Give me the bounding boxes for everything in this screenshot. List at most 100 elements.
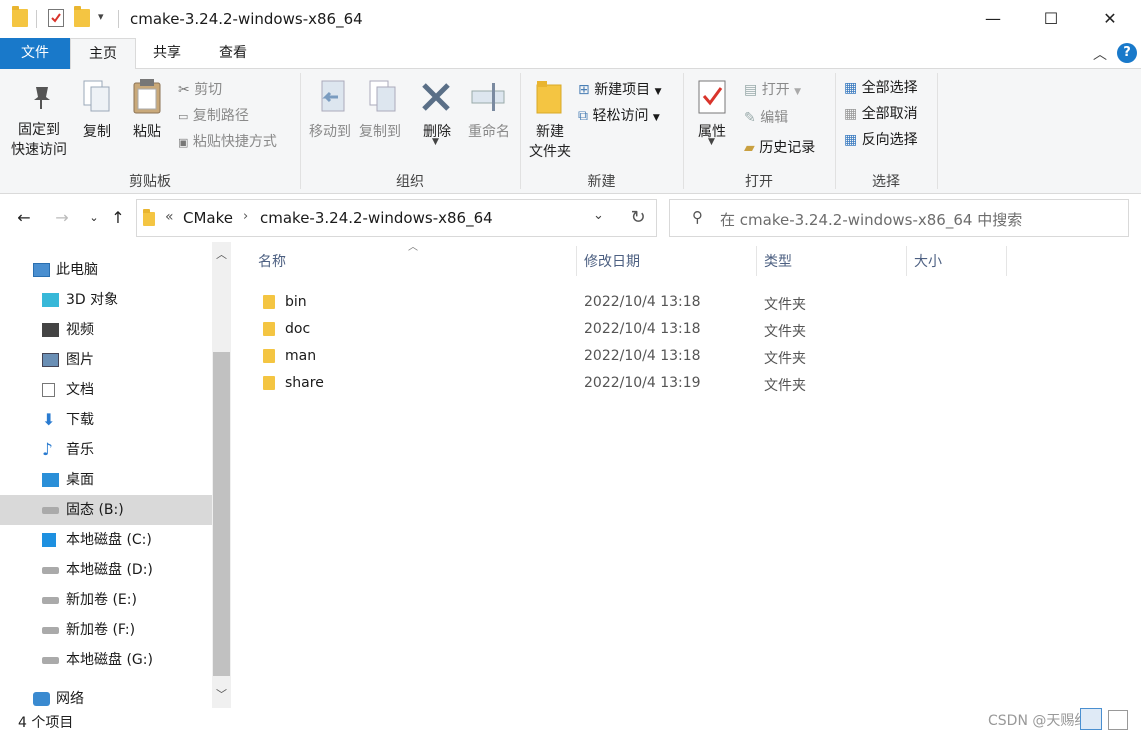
recent-locations-icon[interactable]: ⌄ bbox=[84, 206, 104, 230]
column-separator[interactable] bbox=[576, 246, 577, 276]
file-type: 文件夹 bbox=[764, 378, 806, 394]
file-row[interactable]: bin 2022/10/4 13:18 文件夹 bbox=[250, 289, 1010, 316]
sidebar-item-desktop[interactable]: 桌面 bbox=[0, 465, 212, 495]
move-to-icon bbox=[316, 79, 350, 119]
sidebar-item-pictures[interactable]: 图片 bbox=[0, 345, 212, 375]
column-header-size[interactable]: 大小 bbox=[914, 250, 942, 274]
help-icon[interactable]: ? bbox=[1117, 43, 1137, 63]
edit-label: 编辑 bbox=[760, 110, 789, 126]
select-none-button[interactable]: ▦ 全部取消 bbox=[844, 103, 918, 123]
maximize-button[interactable]: ☐ bbox=[1028, 0, 1074, 38]
breadcrumb-overflow[interactable]: « bbox=[165, 209, 174, 225]
pin-to-quick-access-button[interactable]: 固定到 快速访问 bbox=[4, 119, 74, 159]
history-button[interactable]: ▰ 历史记录 bbox=[744, 137, 815, 157]
sidebar-item-drive-e[interactable]: 新加卷 (E:) bbox=[0, 585, 212, 615]
ribbon-tabs: 文件 主页 共享 查看 ︿ ? bbox=[0, 38, 1141, 70]
delete-dropdown-icon[interactable]: ▼ bbox=[432, 137, 439, 147]
pin-label-line1: 固定到 bbox=[18, 122, 60, 138]
properties-dropdown-icon[interactable]: ▼ bbox=[708, 137, 715, 147]
file-row[interactable]: man 2022/10/4 13:18 文件夹 bbox=[250, 343, 1010, 370]
sidebar-item-drive-d[interactable]: 本地磁盘 (D:) bbox=[0, 555, 212, 585]
scroll-down-icon[interactable]: ﹀ bbox=[216, 686, 227, 702]
windows-drive-icon bbox=[42, 533, 56, 547]
breadcrumb-chevron-icon[interactable]: › bbox=[243, 209, 248, 224]
copy-to-button[interactable]: 复制到 bbox=[354, 121, 406, 141]
file-type: 文件夹 bbox=[764, 297, 806, 313]
sidebar-item-drive-f[interactable]: 新加卷 (F:) bbox=[0, 615, 212, 645]
file-type: 文件夹 bbox=[764, 351, 806, 367]
breadcrumb-cmake[interactable]: CMake bbox=[183, 209, 233, 227]
paste-button[interactable]: 粘贴 bbox=[130, 121, 164, 141]
file-row[interactable]: doc 2022/10/4 13:18 文件夹 bbox=[250, 316, 1010, 343]
copy-path-icon: ▭ bbox=[178, 110, 189, 123]
new-item-button[interactable]: ⊞ 新建项目 ▼ bbox=[578, 79, 662, 99]
tab-file[interactable]: 文件 bbox=[0, 38, 70, 69]
group-label-open: 打开 bbox=[745, 174, 773, 190]
new-folder-button[interactable]: 新建 文件夹 bbox=[522, 121, 578, 161]
select-all-button[interactable]: ▦ 全部选择 bbox=[844, 77, 918, 97]
sidebar-item-this-pc[interactable]: 此电脑 bbox=[0, 255, 212, 285]
sidebar-item-drive-b[interactable]: 固态 (B:) bbox=[0, 495, 212, 525]
large-icons-view-icon[interactable] bbox=[1108, 710, 1128, 730]
sidebar-item-3d-objects[interactable]: 3D 对象 bbox=[0, 285, 212, 315]
file-name: share bbox=[285, 375, 324, 391]
drive-icon bbox=[42, 657, 59, 664]
refresh-icon[interactable]: ↻ bbox=[620, 199, 657, 237]
edit-button[interactable]: ✎ 编辑 bbox=[744, 107, 788, 127]
file-row[interactable]: share 2022/10/4 13:19 文件夹 bbox=[250, 370, 1010, 397]
breadcrumb-current[interactable]: cmake-3.24.2-windows-x86_64 bbox=[260, 209, 493, 227]
invert-selection-button[interactable]: ▦ 反向选择 bbox=[844, 129, 918, 149]
address-dropdown-icon[interactable]: ⌄ bbox=[593, 208, 604, 223]
file-date: 2022/10/4 13:18 bbox=[584, 348, 701, 364]
column-separator[interactable] bbox=[906, 246, 907, 276]
column-header-name[interactable]: 名称 bbox=[258, 250, 286, 274]
sidebar-item-music[interactable]: ♪ 音乐 bbox=[0, 435, 212, 465]
sidebar-item-network[interactable]: 网络 bbox=[0, 684, 212, 714]
sidebar-label: 本地磁盘 (C:) bbox=[66, 532, 152, 548]
sidebar-label: 视频 bbox=[66, 322, 94, 338]
easy-access-icon: ⧉ bbox=[578, 108, 588, 124]
up-arrow-icon[interactable]: ↑ bbox=[108, 206, 128, 230]
details-view-icon[interactable] bbox=[1080, 708, 1102, 730]
quick-access-dropdown-icon[interactable]: ▾ bbox=[98, 10, 104, 23]
address-bar[interactable]: « CMake › cmake-3.24.2-windows-x86_64 ⌄ bbox=[136, 199, 657, 237]
tab-home[interactable]: 主页 bbox=[70, 38, 136, 70]
search-box[interactable]: ⚲ 在 cmake-3.24.2-windows-x86_64 中搜索 bbox=[669, 199, 1129, 237]
sidebar-item-drive-c[interactable]: 本地磁盘 (C:) bbox=[0, 525, 212, 555]
move-to-button[interactable]: 移动到 bbox=[304, 121, 356, 141]
close-button[interactable]: ✕ bbox=[1087, 0, 1133, 38]
easy-access-button[interactable]: ⧉ 轻松访问 ▼ bbox=[578, 105, 660, 125]
column-separator[interactable] bbox=[756, 246, 757, 276]
column-header-date[interactable]: 修改日期 bbox=[584, 250, 640, 274]
3d-objects-icon bbox=[42, 293, 59, 307]
forward-arrow-icon[interactable]: → bbox=[52, 206, 72, 230]
minimize-button[interactable]: — bbox=[970, 0, 1016, 38]
sidebar-label: 本地磁盘 (G:) bbox=[66, 652, 153, 668]
back-arrow-icon[interactable]: ← bbox=[14, 206, 34, 230]
properties-quick-icon[interactable] bbox=[48, 9, 64, 27]
tab-view[interactable]: 查看 bbox=[198, 38, 268, 69]
scrollbar-thumb[interactable] bbox=[213, 352, 230, 676]
sidebar-item-videos[interactable]: 视频 bbox=[0, 315, 212, 345]
paste-shortcut-button[interactable]: ▣ 粘贴快捷方式 bbox=[178, 131, 277, 151]
new-folder-label-line1: 新建 bbox=[536, 124, 564, 140]
open-button[interactable]: ▤ 打开 ▼ bbox=[744, 79, 801, 99]
new-folder-label-line2: 文件夹 bbox=[529, 144, 571, 160]
column-header-type[interactable]: 类型 bbox=[764, 250, 792, 274]
select-all-icon: ▦ bbox=[844, 80, 858, 96]
tab-share[interactable]: 共享 bbox=[136, 38, 198, 69]
collapse-ribbon-icon[interactable]: ︿ bbox=[1093, 44, 1107, 64]
copy-path-button[interactable]: ▭ 复制路径 bbox=[178, 105, 249, 125]
open-icon: ▤ bbox=[744, 82, 758, 98]
scroll-up-icon[interactable]: ︿ bbox=[216, 246, 227, 262]
column-separator[interactable] bbox=[1006, 246, 1007, 276]
cut-button[interactable]: ✂ 剪切 bbox=[178, 79, 222, 99]
new-folder-quick-icon[interactable] bbox=[74, 6, 90, 27]
search-input[interactable]: 在 cmake-3.24.2-windows-x86_64 中搜索 bbox=[720, 209, 1022, 230]
sidebar-item-downloads[interactable]: ⬇ 下载 bbox=[0, 405, 212, 435]
sidebar-item-drive-g[interactable]: 本地磁盘 (G:) bbox=[0, 645, 212, 675]
sidebar-item-documents[interactable]: 文档 bbox=[0, 375, 212, 405]
rename-button[interactable]: 重命名 bbox=[462, 121, 516, 141]
copy-button[interactable]: 复制 bbox=[80, 121, 114, 141]
select-none-label: 全部取消 bbox=[861, 106, 918, 122]
